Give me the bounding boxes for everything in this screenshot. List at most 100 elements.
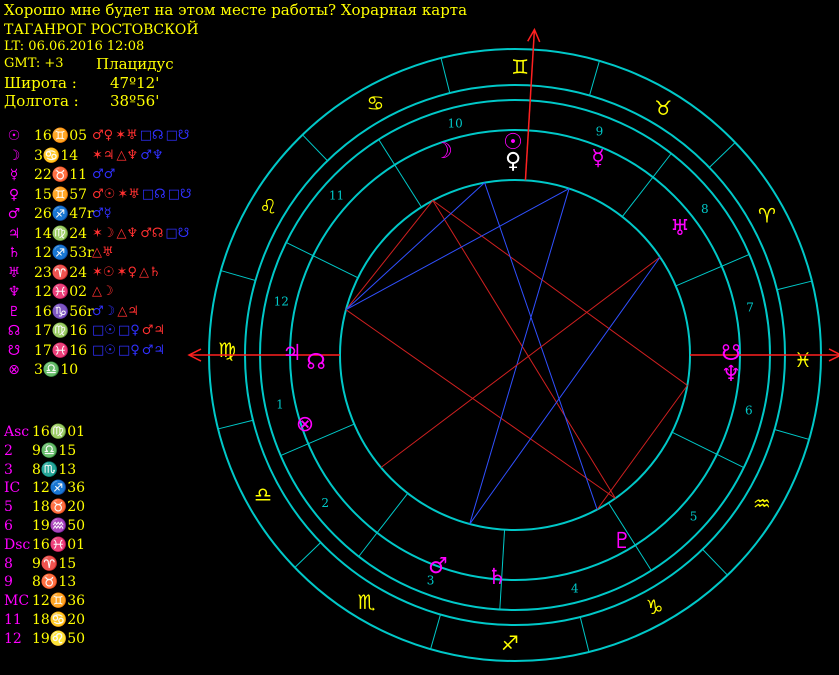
aquarius-icon: ♒	[753, 491, 771, 515]
aspect-glyph: ♂♂	[92, 167, 116, 182]
taurus-icon: ♉	[654, 96, 672, 120]
aspect-glyph: □☋	[165, 128, 190, 143]
house-system: Плацидус	[96, 55, 174, 73]
cancer-icon: ♋	[366, 91, 384, 115]
house-cusp-line	[671, 431, 745, 468]
aspect-glyph: □☉	[92, 323, 116, 338]
aspect-glyph: ♂♃	[141, 323, 166, 338]
planet-aspects: ✶☉ ✶♀ △♄	[92, 265, 163, 280]
planet-position: 12♓02	[34, 284, 88, 300]
house-number: 6	[745, 403, 753, 417]
aspect-line	[469, 188, 570, 525]
planet-aspects: ♂☉ ✶♅ □☊ □☋	[92, 187, 194, 202]
planet-aspects: ✶♃ △♆ ♂♆	[92, 148, 166, 163]
aspect-glyph: ♂☉	[92, 186, 116, 202]
house-label: 11	[4, 612, 22, 628]
planet-aspects: □☉ □♀ ♂♃	[92, 323, 167, 338]
uranus-icon: ♅	[670, 216, 690, 241]
planet-position: 16♊05	[34, 128, 88, 144]
part-of-fortune-icon: ⊗	[8, 362, 20, 378]
aspect-glyph: △♄	[138, 264, 161, 280]
pisces-icon: ♓	[794, 348, 812, 372]
planet-position: 17♓16	[34, 342, 88, 359]
aspect-glyph: □☊	[139, 128, 164, 143]
saturn-icon: ♄	[487, 565, 507, 590]
jupiter-icon: ♃	[282, 341, 302, 366]
house-label: 2	[4, 442, 13, 459]
house-number: 4	[571, 581, 579, 595]
south-node-icon: ☋	[7, 342, 21, 359]
aspect-line	[469, 256, 661, 525]
planet-aspects: △☽	[92, 284, 116, 299]
north-node-icon: ☊	[7, 323, 21, 339]
aspect-glyph: ✶☽	[92, 225, 115, 241]
planet-aspects: ♂☿	[92, 206, 114, 221]
sagittarius-icon: ♐	[501, 631, 519, 655]
wheel-ring	[289, 129, 741, 581]
planet-position: 23♈24	[34, 264, 88, 281]
planet-aspects: ♂♀ ✶♅ □☊ □☋	[92, 128, 191, 143]
planet-aspects: ♂♂	[92, 167, 117, 182]
house-number: 10	[447, 117, 462, 131]
house-cusp-value: 19♌50	[32, 630, 86, 647]
house-cusp-line	[285, 242, 359, 279]
aspect-glyph: ✶♃	[92, 147, 115, 163]
planet-position: 16♑56r	[34, 303, 94, 320]
aspect-line	[345, 200, 434, 311]
capricorn-icon: ♑	[646, 595, 664, 619]
jupiter-icon: ♃	[7, 225, 21, 242]
house-label: 3	[4, 461, 13, 478]
aspect-glyph: ♂♆	[140, 147, 164, 163]
planet-position: 12♐53r	[34, 245, 94, 261]
house-row: 2 9♎15	[4, 443, 76, 459]
part-of-fortune-icon: ⊗	[296, 412, 314, 437]
house-cusp-line	[675, 253, 750, 287]
longitude-label: Долгота :	[4, 92, 79, 110]
house-label: 6	[4, 518, 13, 534]
aspect-glyph: ✶♀	[116, 264, 137, 280]
aspect-line	[432, 200, 688, 386]
aspect-line	[432, 200, 616, 499]
house-number: 8	[701, 202, 709, 216]
latitude-value: 47º12'	[110, 74, 160, 92]
sun-icon: ☉	[7, 128, 21, 144]
planet-position: 14♍24	[34, 225, 88, 242]
aries-icon: ♈	[758, 203, 776, 227]
house-number: 1	[276, 397, 284, 411]
aspect-glyph: ✶♅	[115, 128, 138, 143]
mercury-icon: ☿	[591, 146, 605, 171]
planet-aspects: ✶☽ △♆ ♂☊ □☋	[92, 226, 191, 241]
zodiac-divider	[579, 616, 590, 653]
venus-icon: ♀	[8, 186, 20, 203]
zodiac-divider	[589, 60, 600, 96]
house-cusp-value: 16♓01	[32, 536, 86, 553]
libra-icon: ♎	[254, 483, 272, 507]
chart-title: Хорошо мне будет на этом месте работы? Х…	[4, 1, 468, 19]
aspect-glyph: □☋	[165, 225, 190, 241]
venus-icon: ♀	[505, 149, 521, 174]
planet-position: 15♊57	[34, 186, 88, 203]
house-row: 8 9♈15	[4, 556, 76, 572]
planet-aspects: □☉ □♀ ♂♃	[92, 343, 167, 358]
house-number: 12	[274, 295, 289, 309]
aspect-glyph: ♂☿	[92, 206, 112, 221]
mars-icon: ♂	[428, 554, 448, 579]
uranus-icon: ♅	[7, 264, 21, 281]
zodiac-divider	[776, 280, 813, 291]
house-label: Dsc	[4, 536, 31, 553]
house-cusp-value: 12♐36	[32, 480, 86, 497]
local-time: LT: 06.06.2016 12:08	[4, 39, 145, 54]
zodiac-divider	[294, 542, 322, 568]
city-label: ТАГАНРОГ РОСТОВСКОЙ	[4, 22, 199, 38]
house-cusp-value: 12♊36	[32, 593, 86, 610]
house-label: MC	[4, 593, 30, 610]
aspect-glyph: ✶☉	[92, 264, 115, 280]
zodiac-divider	[774, 429, 810, 440]
house-label: IC	[4, 480, 21, 497]
aspect-glyph: □☊	[141, 186, 166, 202]
house-cusp-value: 9♈15	[32, 555, 77, 572]
planet-aspects: ♂☽ △♃	[92, 304, 141, 319]
zodiac-divider	[440, 57, 451, 94]
house-row: MC 12♊36	[4, 593, 85, 609]
house-row: Asc 16♍01	[4, 424, 85, 440]
